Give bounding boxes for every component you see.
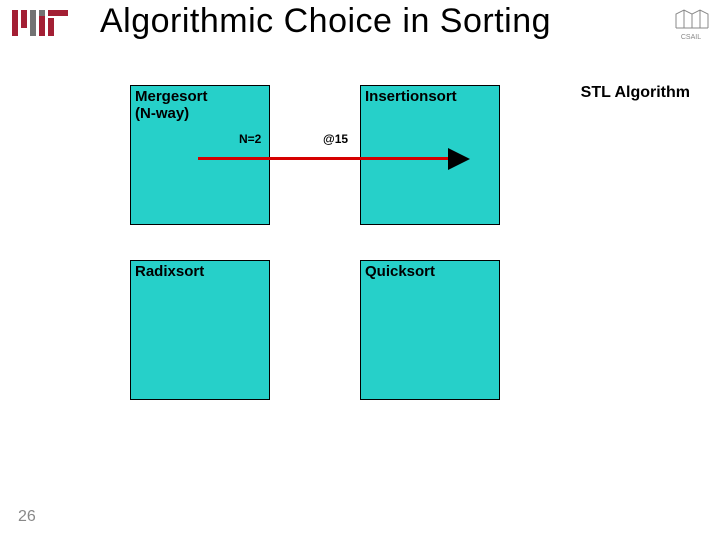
slide: CSAIL Algorithmic Choice in Sorting STL … — [0, 0, 720, 540]
annotation-at-15: @15 — [323, 132, 348, 146]
csail-logo-svg: CSAIL — [670, 6, 712, 42]
annotation-n-equals: N=2 — [239, 132, 261, 146]
mergesort-line2: (N-way) — [135, 105, 189, 122]
svg-text:CSAIL: CSAIL — [681, 34, 701, 41]
box-radixsort-label: Radixsort — [135, 263, 204, 280]
mergesort-line1: Mergesort — [135, 88, 208, 105]
slide-title: Algorithmic Choice in Sorting — [100, 2, 551, 41]
mit-logo-svg — [12, 8, 72, 38]
arrow-head-icon — [448, 148, 470, 170]
stl-algorithm-label: STL Algorithm — [581, 84, 690, 102]
arrow-line — [198, 157, 456, 160]
box-mergesort-label: Mergesort (N-way) — [135, 88, 208, 123]
transition-arrow — [198, 145, 470, 175]
csail-logo: CSAIL — [670, 6, 712, 47]
box-insertionsort-label: Insertionsort — [365, 88, 457, 105]
mit-logo — [12, 8, 72, 43]
box-quicksort-label: Quicksort — [365, 263, 435, 280]
box-quicksort: Quicksort — [360, 260, 500, 400]
box-radixsort: Radixsort — [130, 260, 270, 400]
page-number: 26 — [18, 508, 36, 526]
